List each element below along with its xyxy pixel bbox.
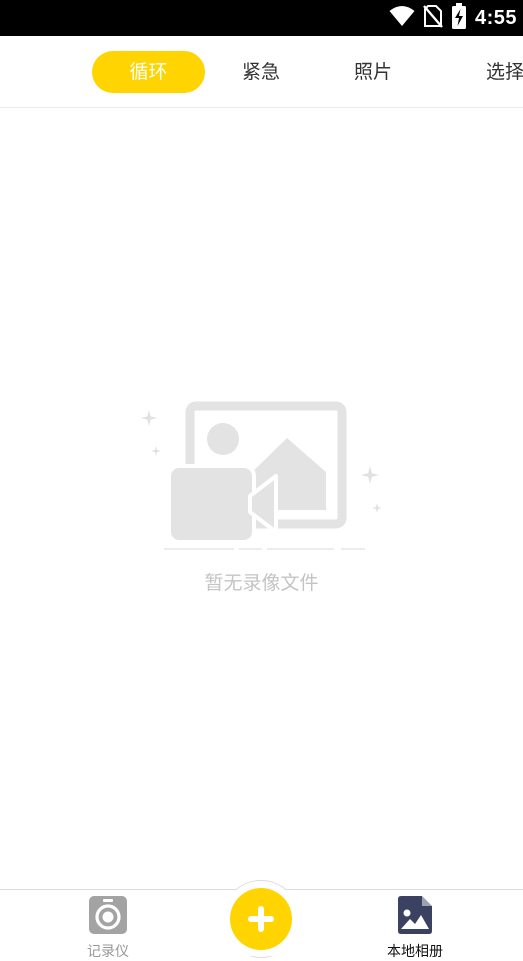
tab-emergency[interactable]: 紧急 (212, 51, 310, 93)
status-time: 4:55 (474, 6, 517, 29)
nav-item-recorder[interactable]: 记录仪 (53, 896, 163, 961)
tab-photo[interactable]: 照片 (324, 51, 422, 93)
nav-label-recorder: 记录仪 (87, 944, 129, 960)
battery-charging-icon (451, 3, 467, 33)
tab-bar: 循环 紧急 照片 选择 (0, 36, 523, 108)
tab-select[interactable]: 选择 (486, 51, 523, 93)
add-button[interactable] (230, 888, 292, 950)
status-icons: 4:55 (389, 3, 517, 33)
no-video-illustration-icon (136, 398, 386, 558)
nav-label-local-album: 本地相册 (387, 944, 443, 960)
wifi-icon (389, 5, 415, 31)
status-bar: 4:55 (0, 0, 523, 36)
tab-loop[interactable]: 循环 (92, 51, 205, 93)
camera-recorder-icon (89, 896, 127, 938)
plus-icon (247, 905, 275, 933)
no-sim-icon (423, 4, 443, 32)
local-album-icon (398, 896, 432, 938)
empty-state-text: 暂无录像文件 (204, 572, 319, 594)
nav-item-local-album[interactable]: 本地相册 (360, 896, 470, 961)
